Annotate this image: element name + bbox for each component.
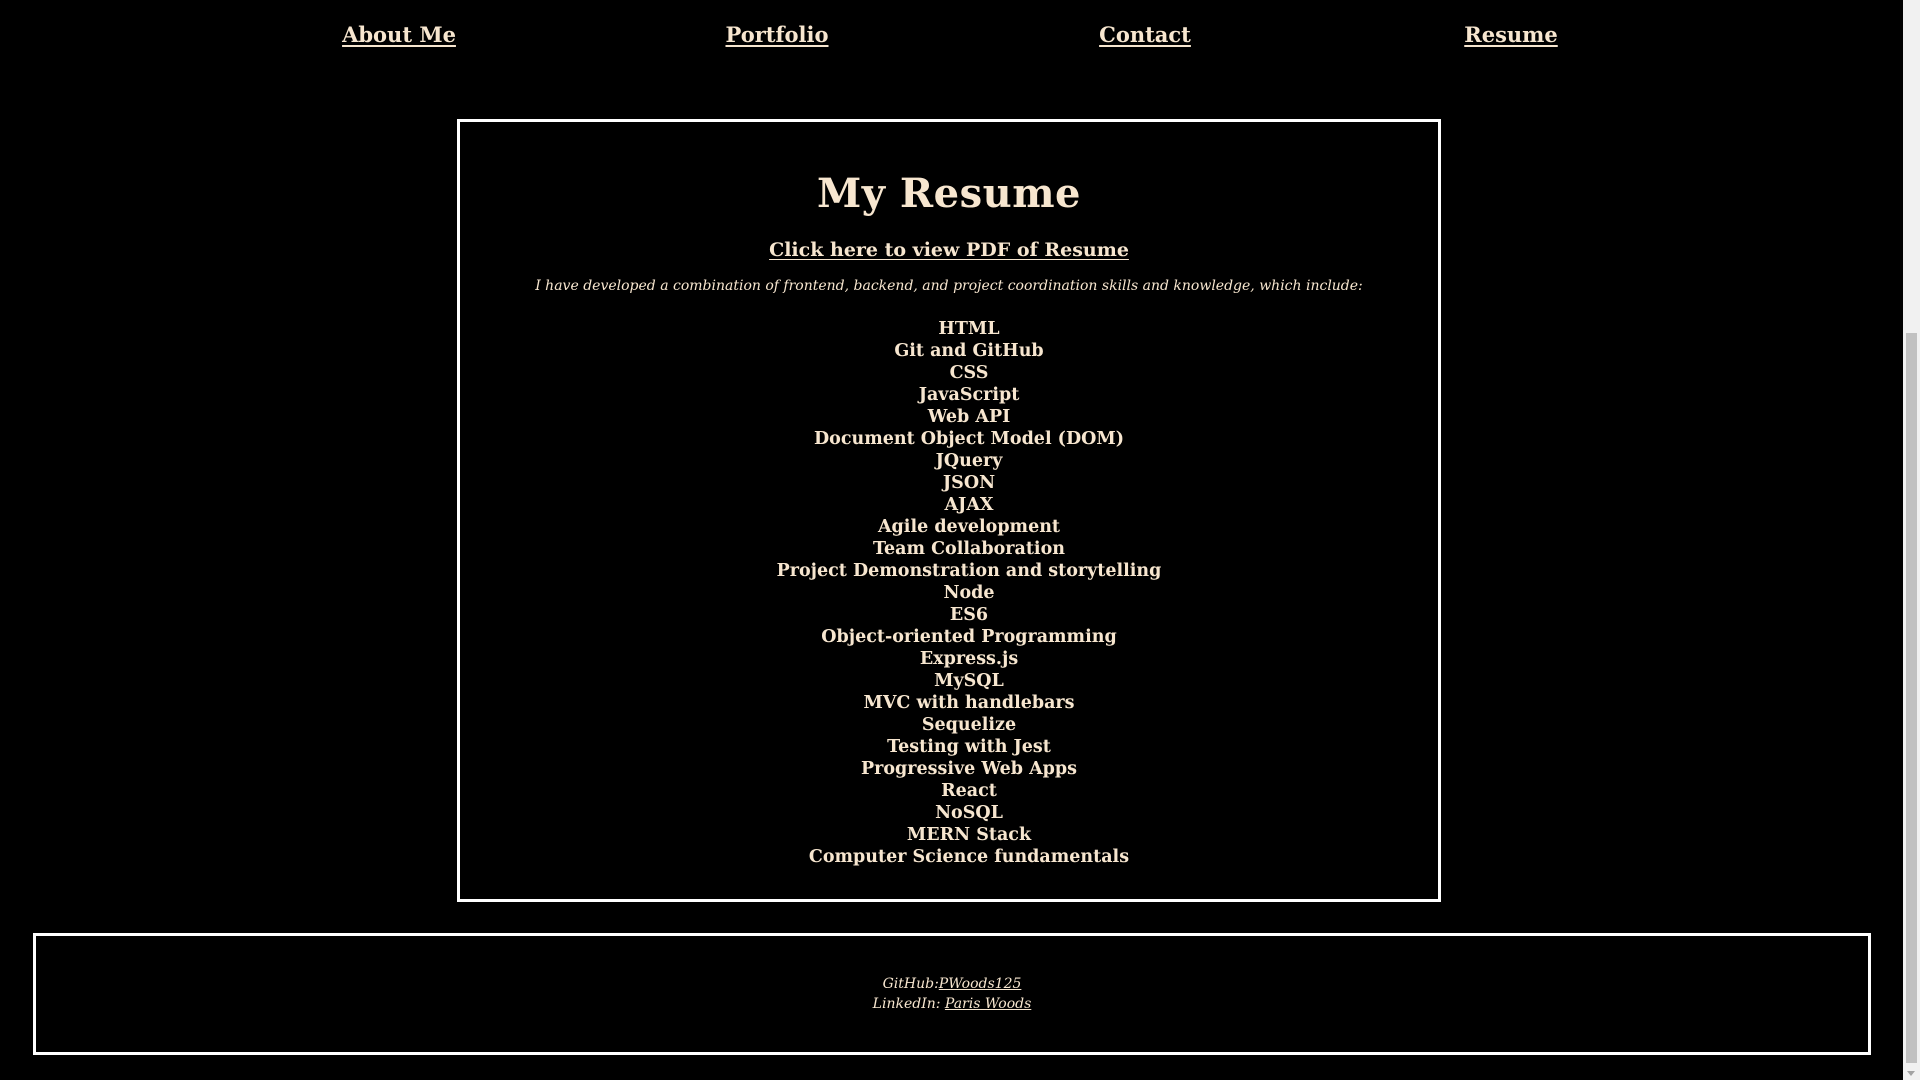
resume-card: My Resume Click here to view PDF of Resu… bbox=[457, 119, 1441, 902]
skill-item: Express.js bbox=[919, 649, 1019, 669]
skill-item: JSON bbox=[942, 473, 996, 493]
skill-item: JQuery bbox=[935, 451, 1003, 471]
footer: GitHub:PWoods125 LinkedIn: Paris Woods bbox=[33, 933, 1871, 1055]
scrollbar-thumb[interactable] bbox=[1906, 333, 1917, 1063]
nav-link-contact[interactable]: Contact bbox=[1099, 22, 1191, 47]
github-label: GitHub: bbox=[882, 976, 939, 992]
skill-item: MVC with handlebars bbox=[863, 693, 1075, 713]
skill-item: Document Object Model (DOM) bbox=[813, 429, 1125, 449]
skill-item: ES6 bbox=[949, 605, 989, 625]
scroll-down-arrow-icon[interactable] bbox=[1907, 1071, 1915, 1076]
skill-item: Progressive Web Apps bbox=[861, 759, 1077, 779]
page: About Me Portfolio Contact Resume My Res… bbox=[0, 0, 1920, 1080]
skill-item: Team Collaboration bbox=[873, 539, 1065, 559]
skill-item: Git and GitHub bbox=[894, 341, 1044, 361]
skill-item: Computer Science fundamentals bbox=[808, 847, 1130, 867]
skill-item: AJAX bbox=[944, 495, 994, 515]
top-nav: About Me Portfolio Contact Resume bbox=[0, 22, 1900, 56]
resume-pdf-link[interactable]: Click here to view PDF of Resume bbox=[460, 239, 1438, 261]
skill-item: Testing with Jest bbox=[887, 737, 1051, 757]
github-link[interactable]: PWoods125 bbox=[939, 976, 1022, 992]
linkedin-link[interactable]: Paris Woods bbox=[945, 996, 1031, 1012]
skill-item: Agile development bbox=[877, 517, 1061, 537]
skill-item: JavaScript bbox=[918, 385, 1020, 405]
skill-item: Object-oriented Programming bbox=[821, 627, 1117, 647]
skill-item: Node bbox=[943, 583, 995, 603]
vertical-scrollbar[interactable] bbox=[1903, 0, 1920, 1080]
linkedin-label: LinkedIn: bbox=[872, 996, 945, 1012]
skill-item: MERN Stack bbox=[906, 825, 1032, 845]
skill-item: CSS bbox=[949, 363, 989, 383]
skill-item: HTML bbox=[938, 319, 1000, 339]
skills-intro: I have developed a combination of fronte… bbox=[535, 278, 1363, 294]
nav-link-about-me[interactable]: About Me bbox=[342, 22, 456, 47]
skill-item: Sequelize bbox=[921, 715, 1017, 735]
footer-linkedin-line: LinkedIn: Paris Woods bbox=[36, 994, 1868, 1014]
skill-item: React bbox=[941, 781, 997, 801]
skills-list: HTML Git and GitHub CSS JavaScript Web A… bbox=[460, 318, 1438, 868]
skill-item: Project Demonstration and storytelling bbox=[776, 561, 1162, 581]
footer-links: GitHub:PWoods125 LinkedIn: Paris Woods bbox=[36, 974, 1868, 1014]
nav-link-portfolio[interactable]: Portfolio bbox=[725, 22, 828, 47]
skill-item: MySQL bbox=[934, 671, 1004, 691]
page-title: My Resume bbox=[816, 170, 1081, 217]
skill-item: Web API bbox=[927, 407, 1011, 427]
nav-link-resume[interactable]: Resume bbox=[1464, 22, 1558, 47]
skill-item: NoSQL bbox=[935, 803, 1003, 823]
footer-github-line: GitHub:PWoods125 bbox=[36, 974, 1868, 994]
